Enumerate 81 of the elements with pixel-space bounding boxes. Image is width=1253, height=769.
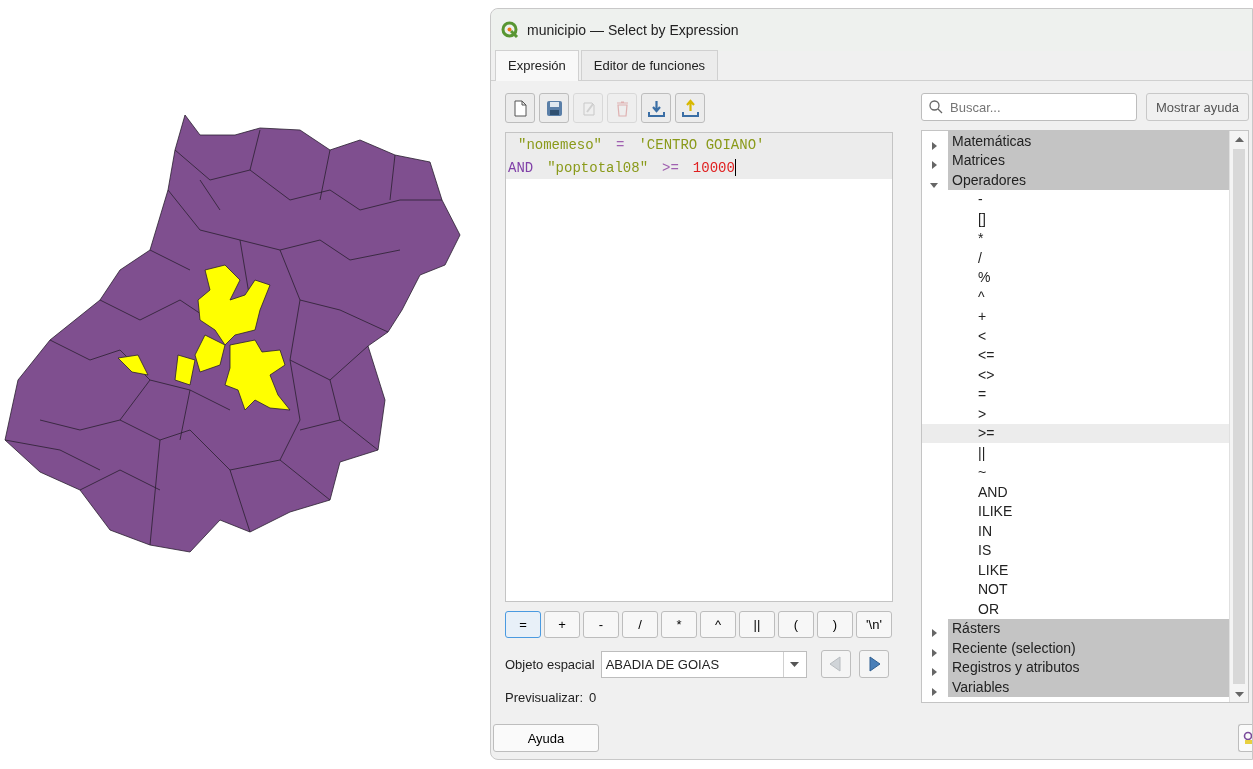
save-button[interactable] — [539, 93, 569, 123]
tree-item[interactable]: ^ — [922, 287, 1229, 307]
tree-group[interactable]: Matemáticas — [948, 131, 1229, 151]
operator-button[interactable]: '\n' — [856, 611, 892, 638]
next-button[interactable] — [858, 650, 889, 678]
tree-item[interactable]: < — [922, 326, 1229, 346]
operator-button[interactable]: - — [583, 611, 619, 638]
tree-item[interactable]: ~ — [922, 462, 1229, 482]
collapsed-arrow-icon[interactable] — [930, 668, 938, 677]
tree-item[interactable]: OR — [922, 599, 1229, 619]
tree-item[interactable]: ILIKE — [922, 501, 1229, 521]
tree-item[interactable]: <= — [922, 345, 1229, 365]
dropdown-value: ABADIA DE GOIAS — [605, 656, 720, 672]
operator-button[interactable]: ( — [778, 611, 814, 638]
operator-button[interactable]: ) — [817, 611, 853, 638]
code-token: "nomemeso" — [518, 136, 602, 153]
code-token: AND — [508, 159, 534, 176]
tab[interactable]: Editor de funciones — [580, 50, 719, 80]
search-field[interactable]: Buscar... — [921, 93, 1137, 121]
download-icon — [646, 98, 666, 118]
tool-button[interactable] — [1238, 724, 1252, 752]
code-token: = — [616, 136, 625, 153]
tree-group[interactable]: Rásters — [948, 618, 1229, 638]
collapsed-arrow-icon[interactable] — [930, 161, 938, 170]
collapsed-arrow-icon[interactable] — [930, 648, 938, 657]
operator-button[interactable]: * — [661, 611, 697, 638]
tree-item[interactable]: * — [922, 228, 1229, 248]
code-token: 10000 — [692, 159, 735, 176]
tree-item[interactable]: >= — [922, 423, 1229, 443]
expanded-arrow-icon[interactable] — [930, 180, 938, 189]
download-button[interactable] — [641, 93, 671, 123]
tree-item[interactable]: = — [922, 384, 1229, 404]
tree-item[interactable]: > — [922, 404, 1229, 424]
operator-button[interactable]: + — [544, 611, 580, 638]
tree-item[interactable]: + — [922, 306, 1229, 326]
tree-item[interactable]: AND — [922, 482, 1229, 502]
window-title: municipio — Select by Expression — [527, 22, 739, 38]
tool-icon — [1242, 731, 1252, 745]
scrollbar[interactable] — [1229, 131, 1248, 702]
tree-item[interactable]: IS — [922, 540, 1229, 560]
operator-button[interactable]: / — [622, 611, 658, 638]
show-help-button[interactable]: Mostrar ayuda — [1146, 93, 1249, 121]
code-token: "poptotal08" — [547, 159, 649, 176]
collapsed-arrow-icon[interactable] — [930, 687, 938, 696]
scroll-up-icon[interactable] — [1234, 136, 1244, 142]
preview-label: Previsualizar: — [505, 690, 584, 705]
app-logo-icon — [501, 21, 519, 39]
tree-item[interactable]: [] — [922, 209, 1229, 229]
tree-group[interactable]: Operadores — [948, 170, 1229, 190]
scroll-down-icon[interactable] — [1234, 691, 1244, 697]
tree-item[interactable]: - — [922, 189, 1229, 209]
save-icon — [544, 98, 564, 118]
field-label: Objeto espacial — [505, 656, 595, 672]
code-token: >= — [662, 159, 679, 176]
tree-item[interactable]: / — [922, 248, 1229, 268]
tree-item[interactable]: <> — [922, 365, 1229, 385]
tree-item[interactable]: || — [922, 443, 1229, 463]
dropdown-caret-icon — [790, 661, 800, 667]
tree-group[interactable]: Variables — [948, 677, 1229, 697]
text-cursor — [734, 159, 736, 176]
help-button[interactable]: Ayuda — [493, 724, 599, 752]
expression-editor[interactable]: "nomemeso" = 'CENTRO GOIANO' AND "poptotal08" >= 10000 — [505, 132, 893, 602]
operator-button[interactable]: || — [739, 611, 775, 638]
collapsed-arrow-icon[interactable] — [930, 141, 938, 150]
tree-group[interactable]: Matrices — [948, 150, 1229, 170]
tree-item[interactable]: % — [922, 267, 1229, 287]
collapsed-arrow-icon[interactable] — [930, 629, 938, 638]
tree-item[interactable]: LIKE — [922, 560, 1229, 580]
scroll-thumb[interactable] — [1233, 149, 1245, 684]
operator-button[interactable]: = — [505, 611, 541, 638]
tree-item[interactable]: NOT — [922, 579, 1229, 599]
tree-group[interactable]: Registros y atributos — [948, 657, 1229, 677]
preview-count: 0 — [589, 690, 597, 705]
tab[interactable]: Expresión — [495, 50, 579, 81]
tree-group[interactable]: Reciente (selection) — [948, 638, 1229, 658]
operator-button[interactable]: ^ — [700, 611, 736, 638]
tree-item[interactable]: IN — [922, 521, 1229, 541]
upload-icon — [680, 98, 700, 118]
feature-dropdown[interactable]: ABADIA DE GOIAS — [600, 650, 807, 678]
code-token: 'CENTRO GOIANO' — [638, 136, 765, 153]
upload-button[interactable] — [675, 93, 705, 123]
